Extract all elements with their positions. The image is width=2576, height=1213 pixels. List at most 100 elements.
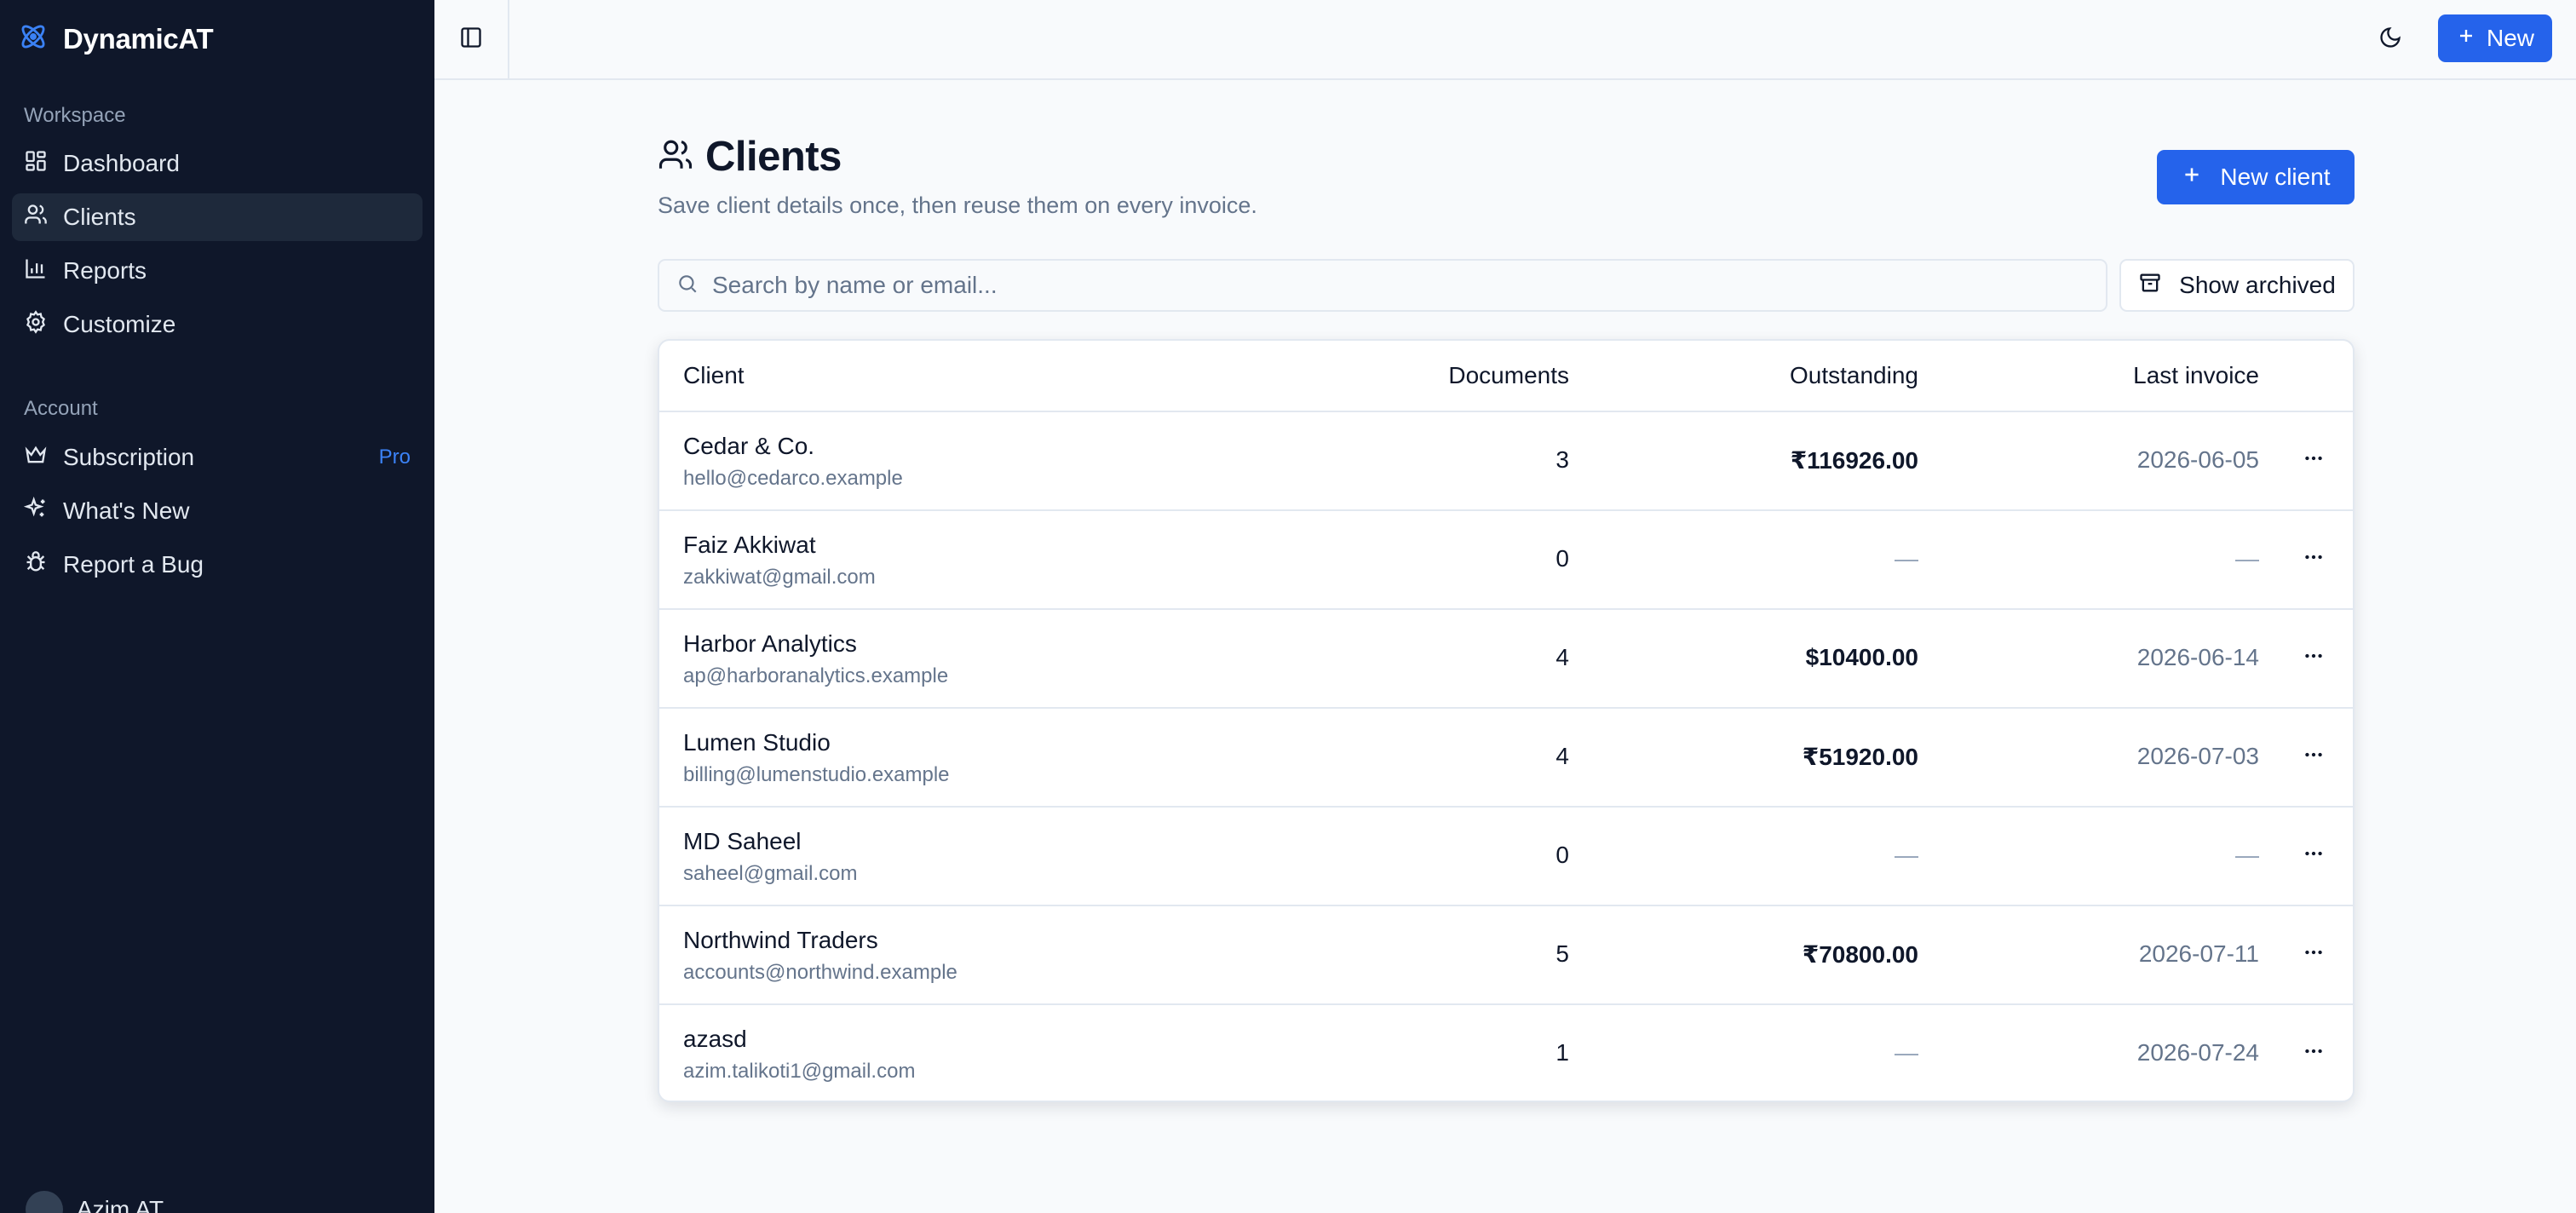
table-row[interactable]: Northwind Traders accounts@northwind.exa… xyxy=(659,906,2353,1005)
more-horizontal-icon xyxy=(2305,1049,2322,1054)
more-actions-button[interactable] xyxy=(2298,1036,2329,1066)
client-email: hello@cedarco.example xyxy=(683,467,903,490)
client-name: azasd xyxy=(683,1026,747,1052)
new-button[interactable]: New xyxy=(2438,14,2552,62)
table-row[interactable]: Cedar & Co. hello@cedarco.example 3 ₹116… xyxy=(659,412,2353,511)
account-section-label: Account xyxy=(24,397,98,420)
client-name: Faiz Akkiwat xyxy=(683,532,816,558)
client-outstanding: — xyxy=(1895,842,1918,868)
sidebar-item-clients[interactable]: Clients xyxy=(12,193,423,241)
sidebar-item-label: Customize xyxy=(63,311,176,337)
client-documents: 3 xyxy=(1555,446,1569,473)
client-documents: 4 xyxy=(1555,743,1569,769)
more-horizontal-icon xyxy=(2305,456,2322,461)
table-row[interactable]: Harbor Analytics ap@harboranalytics.exam… xyxy=(659,610,2353,709)
client-documents: 1 xyxy=(1555,1039,1569,1066)
sidebar-item-dashboard[interactable]: Dashboard xyxy=(12,140,423,187)
client-outstanding: — xyxy=(1895,545,1918,572)
bar-chart-icon xyxy=(24,256,48,286)
client-last-invoice: 2026-06-05 xyxy=(2136,446,2259,473)
plus-icon xyxy=(2181,164,2203,192)
moon-icon xyxy=(2378,26,2402,54)
column-header-client[interactable]: Client xyxy=(683,362,745,389)
bug-icon xyxy=(24,550,48,580)
sidebar-item-label: Report a Bug xyxy=(63,551,204,578)
gear-icon xyxy=(24,309,48,340)
more-actions-button[interactable] xyxy=(2298,641,2329,671)
workspace-section-label: Workspace xyxy=(24,104,126,127)
sidebar-item-label: Clients xyxy=(63,204,136,230)
archive-icon xyxy=(2138,271,2162,301)
search-box xyxy=(658,259,2107,312)
brand[interactable]: DynamicAT xyxy=(17,20,214,57)
more-actions-button[interactable] xyxy=(2298,542,2329,572)
client-last-invoice: — xyxy=(2235,545,2259,572)
client-outstanding: — xyxy=(1895,1039,1918,1066)
client-documents: 5 xyxy=(1555,940,1569,967)
search-input[interactable] xyxy=(712,272,2075,299)
client-email: ap@harboranalytics.example xyxy=(683,664,949,687)
page-header: Clients xyxy=(658,133,842,181)
client-outstanding: ₹51920.00 xyxy=(1802,744,1918,770)
sidebar-item-subscription[interactable]: Subscription Pro xyxy=(12,434,423,481)
client-last-invoice: 2026-06-14 xyxy=(2136,644,2259,670)
new-client-label: New client xyxy=(2220,164,2331,190)
table-header: Client Documents Outstanding Last invoic… xyxy=(659,341,2353,412)
more-actions-button[interactable] xyxy=(2298,443,2329,474)
sidebar-toggle-button[interactable] xyxy=(434,0,509,78)
table-row[interactable]: Lumen Studio billing@lumenstudio.example… xyxy=(659,709,2353,808)
table-row[interactable]: MD Saheel saheel@gmail.com 0 — — xyxy=(659,808,2353,906)
show-archived-label: Show archived xyxy=(2179,272,2336,298)
column-header-last-invoice[interactable]: Last invoice xyxy=(2133,362,2259,389)
pro-badge: Pro xyxy=(378,446,411,469)
column-header-outstanding[interactable]: Outstanding xyxy=(1790,362,1918,389)
sidebar-item-label: Subscription xyxy=(63,444,195,470)
client-last-invoice: — xyxy=(2235,842,2259,868)
more-actions-button[interactable] xyxy=(2298,937,2329,968)
clients-table: Client Documents Outstanding Last invoic… xyxy=(658,339,2355,1102)
dashboard-icon xyxy=(24,149,48,179)
client-last-invoice: 2026-07-03 xyxy=(2136,743,2259,769)
more-actions-button[interactable] xyxy=(2298,739,2329,770)
avatar xyxy=(26,1191,63,1213)
users-icon xyxy=(658,137,693,177)
new-client-button[interactable]: New client xyxy=(2157,150,2355,204)
plus-icon xyxy=(2456,25,2476,52)
client-documents: 4 xyxy=(1555,644,1569,670)
topbar: New xyxy=(434,0,2576,80)
table-row[interactable]: azasd azim.talikoti1@gmail.com 1 — 2026-… xyxy=(659,1005,2353,1101)
sidebar-item-label: Dashboard xyxy=(63,150,180,176)
sidebar-item-label: Reports xyxy=(63,257,147,284)
client-name: Cedar & Co. xyxy=(683,433,815,459)
sidebar-item-reports[interactable]: Reports xyxy=(12,247,423,295)
theme-toggle-button[interactable] xyxy=(2372,20,2409,58)
more-horizontal-icon xyxy=(2305,653,2322,658)
more-actions-button[interactable] xyxy=(2298,838,2329,869)
page-title: Clients xyxy=(705,134,842,180)
client-outstanding: ₹70800.00 xyxy=(1802,941,1918,968)
users-icon xyxy=(24,203,48,233)
client-outstanding: ₹116926.00 xyxy=(1790,447,1918,474)
show-archived-button[interactable]: Show archived xyxy=(2119,259,2355,312)
client-email: accounts@northwind.example xyxy=(683,961,957,984)
panel-left-icon xyxy=(459,26,483,54)
sidebar-item-whats-new[interactable]: What's New xyxy=(12,487,423,535)
user-menu[interactable]: Azim AT xyxy=(26,1191,164,1213)
sidebar-item-report-bug[interactable]: Report a Bug xyxy=(12,541,423,589)
client-name: Lumen Studio xyxy=(683,729,831,756)
client-name: Harbor Analytics xyxy=(683,630,857,657)
crown-icon xyxy=(24,443,48,473)
client-outstanding: $10400.00 xyxy=(1805,644,1918,670)
table-row[interactable]: Faiz Akkiwat zakkiwat@gmail.com 0 — — xyxy=(659,511,2353,610)
client-email: billing@lumenstudio.example xyxy=(683,763,950,786)
new-button-label: New xyxy=(2486,25,2534,51)
client-email: saheel@gmail.com xyxy=(683,862,858,885)
column-header-documents[interactable]: Documents xyxy=(1448,362,1569,389)
more-horizontal-icon xyxy=(2305,555,2322,560)
more-horizontal-icon xyxy=(2305,851,2322,856)
client-last-invoice: 2026-07-11 xyxy=(2138,940,2259,967)
sparkles-icon xyxy=(23,496,48,526)
client-email: azim.talikoti1@gmail.com xyxy=(683,1060,916,1083)
sidebar-item-customize[interactable]: Customize xyxy=(12,301,423,348)
more-horizontal-icon xyxy=(2305,752,2322,757)
